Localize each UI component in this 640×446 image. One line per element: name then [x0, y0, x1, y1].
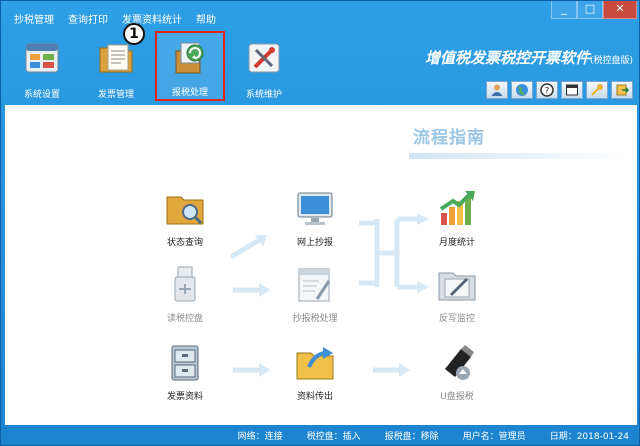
usb-drive-icon: [174, 266, 196, 302]
toolbar-label: 系统维护: [245, 90, 282, 100]
key-icon[interactable]: [586, 81, 608, 99]
toolbar-label: 发票管理: [97, 90, 134, 100]
guide-title: 流程指南: [413, 128, 485, 148]
maximize-button[interactable]: □: [577, 1, 603, 19]
flow-label: 反写监控: [438, 314, 475, 324]
globe-icon[interactable]: [511, 81, 533, 99]
flow-writeback-monitor[interactable]: 反写监控: [417, 265, 497, 324]
flow-label: U盘报税: [440, 392, 474, 402]
menu-copy-tax[interactable]: 抄税管理: [7, 11, 61, 26]
flow-data-export[interactable]: 资料传出: [275, 343, 355, 402]
toolbar-system-maintenance[interactable]: 系统维护: [229, 31, 299, 101]
settings-window-icon: [25, 43, 59, 73]
menu-invoice-stats[interactable]: 发票资料统计: [115, 11, 189, 26]
flow-status-query[interactable]: 状态查询: [145, 189, 225, 248]
folder-export-icon: [296, 347, 334, 380]
flow-label: 状态查询: [166, 238, 203, 248]
help-icon[interactable]: ?: [536, 81, 558, 99]
flow-copy-report[interactable]: 抄报税处理: [275, 265, 355, 324]
flow-usb-report[interactable]: U盘报税: [417, 343, 497, 402]
status-tax-disk: 税控盘：插入: [306, 432, 361, 442]
app-brand-title: 增值税发票税控开票软件(税控盘版): [425, 47, 633, 68]
flow-invoice-data[interactable]: 发票资料: [145, 343, 225, 402]
flow-label: 资料传出: [296, 392, 333, 402]
exit-icon[interactable]: [611, 81, 633, 99]
flow-monthly-stats[interactable]: 月度统计: [417, 189, 497, 248]
window-icon[interactable]: [561, 81, 583, 99]
brand-subtitle: (税控盘版): [590, 56, 634, 66]
status-date: 日期：2018-01-24: [549, 432, 629, 442]
toolbar-label: 报税处理: [171, 88, 208, 98]
arrow-icon: [373, 363, 410, 377]
arrow-icon: [233, 363, 270, 377]
flow-label: 抄报税处理: [292, 314, 338, 324]
folder-edit-icon: [438, 272, 476, 301]
brand-title: 增值税发票税控开票软件: [425, 49, 591, 67]
arrow-icon: [229, 235, 267, 259]
guide-underline: [409, 153, 629, 159]
status-report-disk: 报税盘：移除: [384, 432, 439, 442]
tax-report-icon: [175, 42, 204, 74]
toolbar-tax-report[interactable]: 报税处理: [155, 31, 225, 101]
usb-stick-icon: [445, 345, 474, 380]
flow-label: 发票资料: [166, 392, 203, 402]
utility-toolbar: ?: [483, 81, 633, 99]
invoice-folder-icon: [99, 44, 133, 73]
flow-read-tax-disk[interactable]: 读税控盘: [145, 265, 225, 324]
chart-growth-icon: [439, 191, 475, 225]
status-network: 网络：连接: [237, 432, 283, 442]
status-bar: 网络：连接 税控盘：插入 报税盘：移除 用户名：管理员 日期：2018-01-2…: [1, 425, 639, 446]
user-icon[interactable]: [486, 81, 508, 99]
app-window: 抄税管理 查询打印 发票资料统计 帮助 _ □ ✕ 系统设置 发票管理 报税处理…: [0, 0, 640, 446]
window-controls: _ □ ✕: [551, 1, 637, 19]
maintenance-tools-icon: [248, 43, 280, 73]
status-user: 用户名：管理员: [462, 432, 526, 442]
menu-help[interactable]: 帮助: [189, 11, 223, 26]
flow-online-copy[interactable]: 网上抄报: [275, 189, 355, 248]
arrow-icon: [233, 283, 270, 297]
document-pen-icon: [298, 268, 331, 302]
menu-bar: 抄税管理 查询打印 发票资料统计 帮助: [7, 7, 557, 29]
toolbar-system-settings[interactable]: 系统设置: [7, 31, 77, 101]
menu-query-print[interactable]: 查询打印: [61, 11, 115, 26]
folder-search-icon: [166, 196, 204, 225]
minimize-button[interactable]: _: [551, 1, 577, 19]
toolbar-label: 系统设置: [23, 90, 60, 100]
flow-label: 月度统计: [438, 238, 475, 248]
close-button[interactable]: ✕: [603, 1, 637, 19]
step-number-badge: 1: [123, 23, 145, 45]
file-cabinet-icon: [171, 345, 199, 381]
svg-text:?: ?: [545, 87, 550, 97]
main-content-panel: 流程指南 状态查询 网上抄报 月度统计 读税控盘 抄报税处理 反写监控 发票资料…: [5, 105, 637, 425]
monitor-icon: [297, 192, 333, 225]
flow-label: 读税控盘: [166, 314, 203, 324]
main-toolbar: 系统设置 发票管理 报税处理 系统维护: [7, 31, 303, 103]
flow-label: 网上抄报: [296, 238, 333, 248]
